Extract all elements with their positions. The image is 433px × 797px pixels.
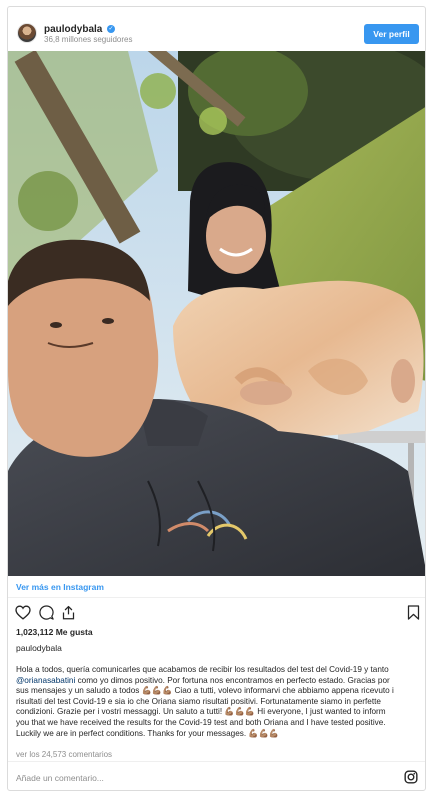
comment-input[interactable] xyxy=(16,772,316,784)
caption-username[interactable]: paulodybala xyxy=(16,643,62,653)
caption-line: sus mensajes y un saludo a todos 💪🏽💪🏽💪🏽 … xyxy=(16,686,394,696)
heart-icon[interactable] xyxy=(15,605,31,625)
caption-line: you that we have received the results fo… xyxy=(16,717,386,727)
caption-line: condizioni. Grazie per i vostri messaggi… xyxy=(16,707,386,717)
caption-line: Luckily we are in perfect conditions. Th… xyxy=(16,728,279,738)
view-profile-button[interactable]: Ver perfil xyxy=(364,24,419,44)
mention-link[interactable]: @orianasabatini xyxy=(16,676,75,685)
caption-text: como yo dimos positivo. Por fortuna nos … xyxy=(75,675,390,685)
comment-bar xyxy=(8,761,425,790)
view-comments-link[interactable]: ver los 24,573 comentarios xyxy=(16,750,112,759)
verified-badge-icon: ✓ xyxy=(107,25,115,33)
follower-count: 36,8 millones seguidores xyxy=(44,35,133,44)
username[interactable]: paulodybala xyxy=(44,24,102,35)
post-photo[interactable] xyxy=(8,51,425,576)
avatar[interactable] xyxy=(17,23,37,43)
instagram-embed-card: paulodybala ✓ 36,8 millones seguidores V… xyxy=(7,6,426,791)
share-icon[interactable] xyxy=(61,605,76,625)
caption-line: Hola a todos, quería comunicarles que ac… xyxy=(16,665,389,674)
bookmark-icon[interactable] xyxy=(407,605,420,625)
post-header: paulodybala ✓ 36,8 millones seguidores V… xyxy=(8,7,425,55)
view-more-link[interactable]: Ver más en Instagram xyxy=(16,582,104,592)
view-more-bar: Ver más en Instagram xyxy=(8,576,425,598)
caption-line: risultati del test Covid-19 e sia io che… xyxy=(16,696,381,706)
comment-icon[interactable] xyxy=(39,605,54,625)
like-count[interactable]: 1,023,112 Me gusta xyxy=(16,627,93,637)
action-bar xyxy=(8,602,425,624)
caption-line: @orianasabatini como yo dimos positivo. … xyxy=(16,676,420,687)
post-image xyxy=(8,51,425,576)
instagram-logo-icon[interactable] xyxy=(404,770,418,789)
post-caption: Hola a todos, quería comunicarles que ac… xyxy=(16,665,420,739)
